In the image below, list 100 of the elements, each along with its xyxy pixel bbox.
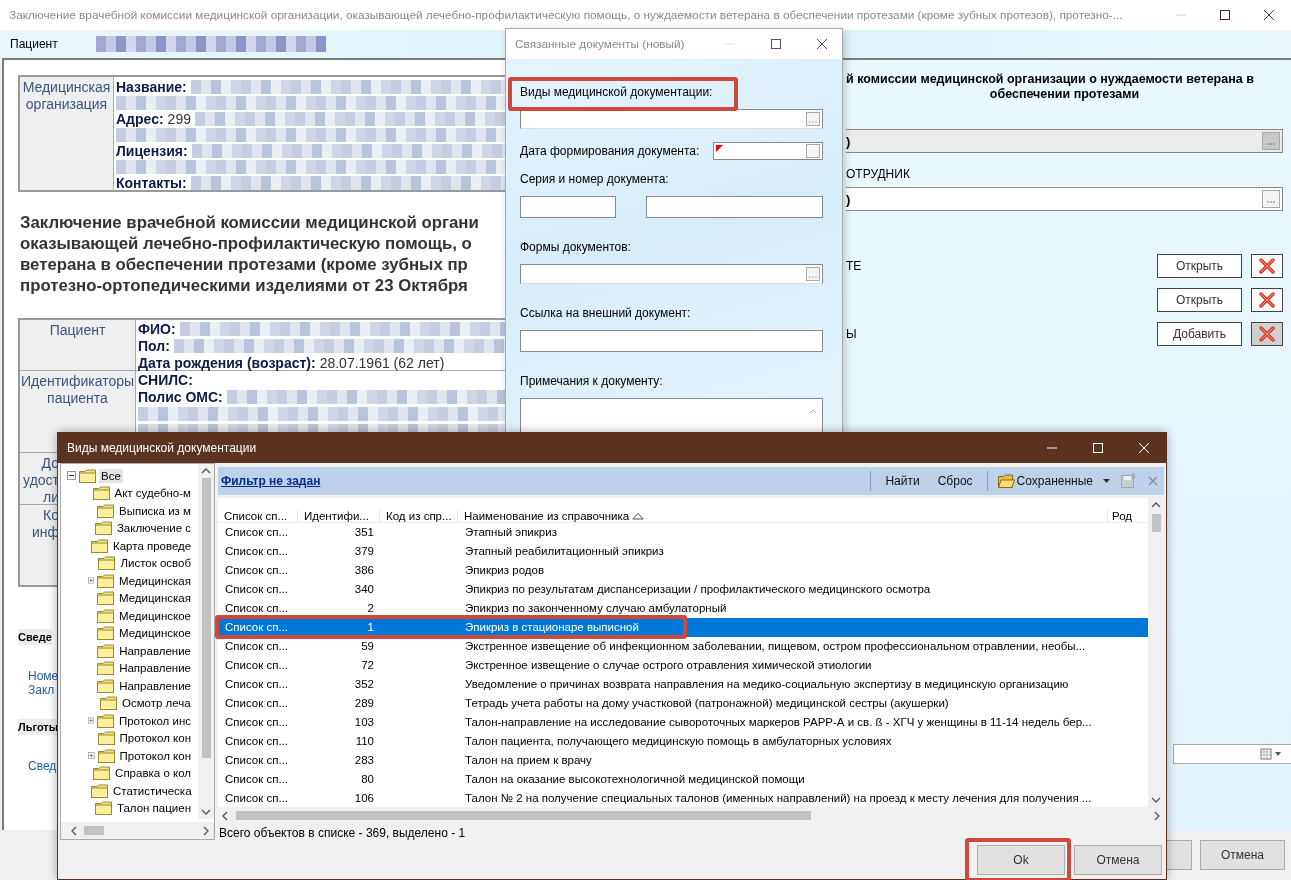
- table-row[interactable]: Список сп... 103 Талон-направление на исследование сывороточных маркеров РАРР-А и св. ß - ХГЧ у женщины в 11-14 недель бер...: [218, 712, 1148, 732]
- toolbar-button[interactable]: Сброс: [933, 474, 977, 488]
- series-field[interactable]: [520, 196, 616, 218]
- table-row[interactable]: Список сп... 340 Эпикриз по результатам диспансеризации / профилактического медицинского осмотра: [218, 579, 1148, 599]
- table-row[interactable]: Список сп... 386 Эпикриз родов: [218, 560, 1148, 580]
- date-field[interactable]: [713, 142, 823, 160]
- scrollbar-thumb[interactable]: [1151, 514, 1161, 532]
- action-button[interactable]: Добавить: [1157, 321, 1242, 346]
- table-row[interactable]: Список сп... 2 Эпикриз по законченному случаю амбулаторный: [218, 598, 1148, 618]
- section-link[interactable]: Закл: [28, 683, 55, 697]
- tree-item[interactable]: Медицинская: [117, 591, 193, 606]
- row-label: ТЕ: [846, 258, 862, 273]
- ellipsis-button[interactable]: [806, 112, 820, 126]
- tree-item[interactable]: Талон пациен: [114, 801, 193, 816]
- scrollbar-thumb[interactable]: [84, 826, 104, 835]
- tree-item[interactable]: Направление: [117, 661, 193, 676]
- save-icon[interactable]: [1120, 472, 1138, 490]
- table-row[interactable]: Список сп... 289 Тетрадь учета работы на дому участковой (патронажной) медицинской сестры (акушерки): [218, 693, 1148, 713]
- lookup-field[interactable]: ): [846, 187, 1283, 211]
- ellipsis-button[interactable]: [1262, 190, 1280, 208]
- table-row[interactable]: Список сп... 72 Экстренное извещение о случае острого отравления химической этиологии: [218, 655, 1148, 675]
- folder-icon[interactable]: [997, 474, 1015, 488]
- filter-link[interactable]: Фильтр не задан: [221, 474, 321, 488]
- folder-icon: [92, 486, 110, 501]
- column-header[interactable]: Род: [1108, 509, 1148, 522]
- column-header[interactable]: Наименование из справочника: [458, 509, 1108, 522]
- tree-item[interactable]: Выписка из м: [117, 503, 193, 518]
- section-link[interactable]: Свед: [28, 759, 57, 773]
- tree-item[interactable]: Протокол кон: [117, 748, 193, 763]
- tree-item[interactable]: Все: [99, 468, 123, 483]
- column-header[interactable]: Идентифи...: [298, 509, 380, 522]
- tree-item[interactable]: Карта проведе: [111, 538, 193, 553]
- tree-item[interactable]: Акт судебно-м: [112, 486, 193, 501]
- close-icon[interactable]: [1263, 9, 1275, 21]
- tree-item[interactable]: Направление: [117, 643, 193, 658]
- date-field[interactable]: [1173, 744, 1291, 764]
- lookup-field[interactable]: [520, 109, 823, 129]
- close-icon[interactable]: [816, 38, 828, 50]
- table-row[interactable]: Список сп... 379 Этапный реабилитационный эпикриз: [218, 541, 1148, 561]
- tree-item[interactable]: Медицинское: [116, 608, 193, 623]
- section-header: Льготы: [18, 719, 59, 735]
- table-row[interactable]: Список сп... 106 Талон № 2 на получение специальных талонов (именных направлений) на проезд к месту лечения для получения ...: [218, 788, 1148, 807]
- tree-item[interactable]: Заключение с: [114, 521, 193, 536]
- vertical-scrollbar[interactable]: [198, 464, 214, 819]
- tree-item[interactable]: Статистическа: [111, 783, 193, 798]
- tree-item[interactable]: Медицинское: [116, 626, 193, 641]
- expand-icon[interactable]: [88, 751, 95, 761]
- tree-item[interactable]: Осмотр леча: [120, 696, 193, 711]
- table-row[interactable]: Список сп... 283 Талон на прием к врачу: [218, 750, 1148, 770]
- delete-icon[interactable]: [1251, 287, 1283, 312]
- table-cell-text: Список сп...: [224, 583, 290, 596]
- expand-icon[interactable]: [88, 576, 94, 586]
- table-row[interactable]: Список сп... 59 Экстренное извещение об инфекционном заболевании, пищевом, остром профессиональном отравлении, необы...: [218, 636, 1148, 656]
- table-header-cell: пациента: [47, 390, 108, 407]
- scrollbar-thumb[interactable]: [236, 811, 811, 820]
- tree-item[interactable]: Листок освоб: [118, 556, 193, 571]
- table-row[interactable]: Список сп... 352 Уведомление о причинах возврата направления на медико-социальную экспертизу в медицинскую организацию: [218, 674, 1148, 694]
- dropdown-button[interactable]: [806, 144, 820, 158]
- document-heading: протезно-ортопедическими изделиями от 23 Октября: [20, 275, 469, 296]
- vertical-scrollbar[interactable]: [1148, 498, 1164, 807]
- dialog-button[interactable]: Отмена: [1074, 844, 1162, 875]
- column-header[interactable]: Список сп...: [218, 509, 298, 522]
- maximize-icon[interactable]: [770, 38, 782, 50]
- delete-icon[interactable]: [1251, 253, 1283, 278]
- scrollbar-thumb[interactable]: [201, 478, 211, 758]
- lookup-field[interactable]: [520, 264, 823, 284]
- field-label: Дата формирования документа:: [520, 144, 700, 158]
- table-row[interactable]: Список сп... 1 Эпикриз в стационаре выписной: [218, 617, 1148, 637]
- expand-icon[interactable]: [88, 716, 94, 726]
- tree-item[interactable]: Протокол кон: [117, 731, 193, 746]
- button[interactable]: [1166, 840, 1192, 870]
- tree-item[interactable]: Протокол инс: [116, 713, 193, 728]
- cancel-button[interactable]: Отмена: [1200, 840, 1285, 870]
- delete-icon[interactable]: [1251, 321, 1283, 346]
- collapse-icon[interactable]: [67, 471, 76, 481]
- dialog-button[interactable]: Ok: [977, 844, 1065, 875]
- field-label: Контакты:: [116, 175, 187, 191]
- tree-item[interactable]: Медицинская: [117, 573, 193, 588]
- table-row[interactable]: Список сп... 80 Талон на оказание высокотехнологичной медицинской помощи: [218, 769, 1148, 789]
- column-header[interactable]: Код из спр...: [380, 509, 458, 522]
- caret-icon[interactable]: [1103, 479, 1110, 483]
- folder-icon: [79, 468, 96, 483]
- action-button[interactable]: Открыть: [1157, 253, 1242, 278]
- table-row[interactable]: Список сп... 351 Этапный эпикриз: [218, 522, 1148, 542]
- folder-icon: [97, 731, 115, 746]
- tree-item[interactable]: Направление: [117, 678, 193, 693]
- saved-filters-menu[interactable]: Сохраненные: [1016, 474, 1093, 488]
- horizontal-scrollbar[interactable]: [61, 822, 214, 839]
- field-label: Лицензия:: [116, 143, 188, 159]
- toolbar-button[interactable]: Найти: [881, 474, 924, 488]
- action-button[interactable]: Открыть: [1157, 287, 1242, 312]
- folder-icon: [93, 766, 111, 781]
- tree-item[interactable]: Справка о кол: [113, 766, 193, 781]
- ellipsis-button[interactable]: [806, 267, 820, 281]
- maximize-icon[interactable]: [1219, 9, 1231, 21]
- section-link[interactable]: Номе: [28, 669, 59, 683]
- field-value: 299: [167, 111, 191, 127]
- number-field[interactable]: [646, 196, 823, 218]
- table-row[interactable]: Список сп... 110 Талон пациента, получающего медицинскую помощь в амбулаторных условиях: [218, 731, 1148, 751]
- text-field[interactable]: [520, 330, 823, 352]
